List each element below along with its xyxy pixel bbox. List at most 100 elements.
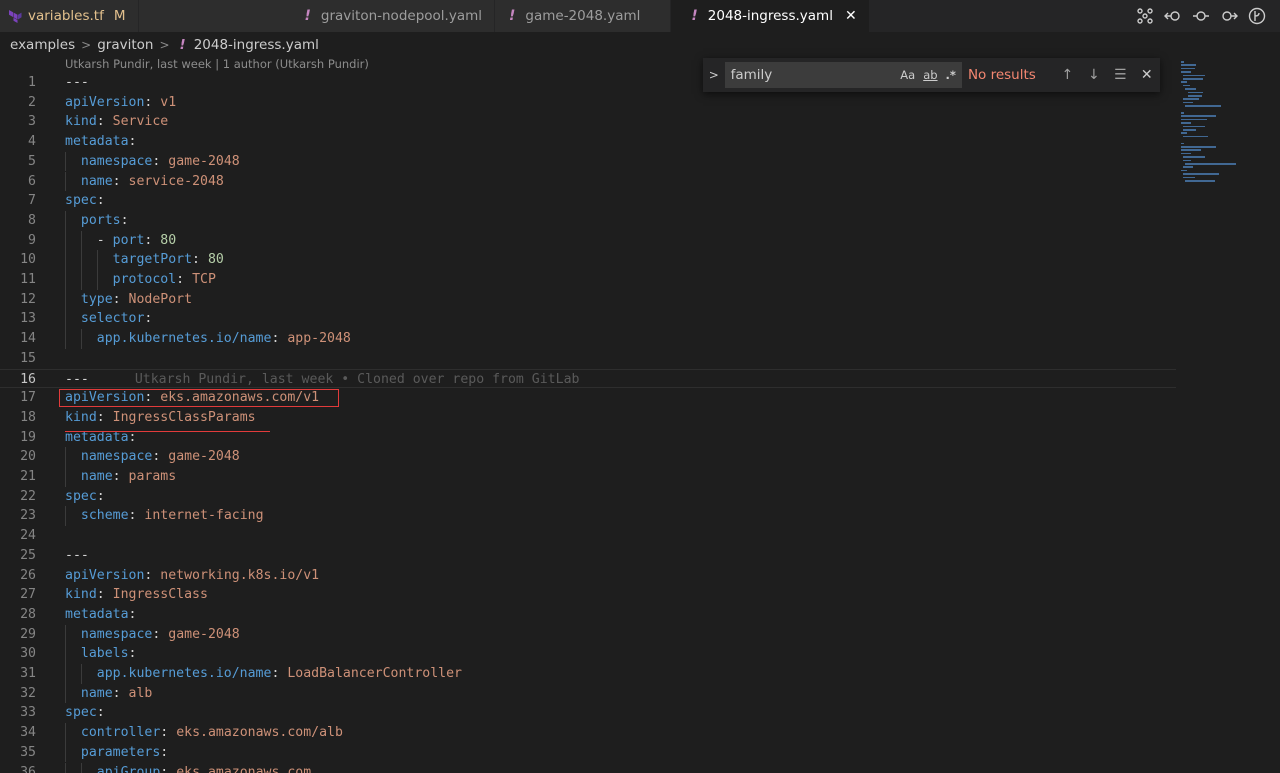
- code-line[interactable]: 24: [0, 526, 1176, 546]
- code-text: apiVersion: networking.k8s.io/v1: [65, 566, 319, 586]
- breadcrumb-item-examples[interactable]: examples: [10, 37, 75, 53]
- codelens-blame[interactable]: Utkarsh Pundir, last week | 1 author (Ut…: [65, 57, 369, 71]
- code-line[interactable]: 32 name: alb: [0, 684, 1176, 704]
- whole-word-toggle[interactable]: ab: [923, 68, 937, 82]
- code-line[interactable]: 36 apiGroup: eks.amazonaws.com: [0, 763, 1176, 773]
- code-line[interactable]: 8 ports:: [0, 211, 1176, 231]
- code-token: :: [96, 114, 113, 130]
- tab-2048-ingress-yaml[interactable]: ! 2048-ingress.yaml ✕: [671, 0, 870, 32]
- code-line[interactable]: 35 parameters:: [0, 743, 1176, 763]
- code-token: alb: [128, 685, 153, 701]
- chevron-right-icon[interactable]: >: [703, 68, 725, 82]
- code-editor[interactable]: 1 --- 2 apiVersion: v1 3 kind: Service 4 metada…: [0, 73, 1176, 773]
- find-in-selection-icon[interactable]: ☰: [1107, 67, 1133, 83]
- code-line[interactable]: 6 name: service-2048: [0, 172, 1176, 192]
- code-token: :: [160, 764, 177, 773]
- code-line[interactable]: 12 type: NodePort: [0, 290, 1176, 310]
- code-line[interactable]: 31 app.kubernetes.io/name: LoadBalancerC…: [0, 664, 1176, 684]
- code-token: metadata: [65, 134, 129, 150]
- code-line[interactable]: 21 name: params: [0, 467, 1176, 487]
- indent-guide: [65, 151, 66, 172]
- code-token: ---: [65, 371, 89, 387]
- code-line[interactable]: 30 labels:: [0, 644, 1176, 664]
- breadcrumb-item-file[interactable]: 2048-ingress.yaml: [194, 37, 319, 53]
- tab-variables-tf[interactable]: variables.tf M: [0, 0, 139, 32]
- code-line[interactable]: 27 kind: IngressClass: [0, 585, 1176, 605]
- code-line[interactable]: 16 --- Utkarsh Pundir, last week • Cloned …: [0, 368, 1176, 389]
- indent-guide: [80, 270, 82, 290]
- code-text: apiGroup: eks.amazonaws.com: [65, 763, 311, 773]
- indent-guide: [80, 250, 82, 270]
- code-text: namespace: game-2048: [65, 625, 240, 645]
- line-number: 33: [20, 705, 36, 721]
- code-token: scheme: [80, 508, 129, 524]
- code-line[interactable]: 5 namespace: game-2048: [0, 152, 1176, 172]
- indent-guide: [65, 723, 66, 743]
- tab-game-2048-yaml[interactable]: ! game-2048.yaml: [495, 0, 672, 32]
- terraform-icon: [9, 10, 22, 23]
- arrow-down-icon[interactable]: ↓: [1081, 67, 1107, 83]
- code-line[interactable]: 10 targetPort: 80: [0, 250, 1176, 270]
- code-line[interactable]: 33 spec:: [0, 703, 1176, 723]
- breadcrumb-item-graviton[interactable]: graviton: [97, 37, 153, 53]
- tab-graviton-nodepool-yaml[interactable]: ! graviton-nodepool.yaml: [138, 0, 495, 32]
- code-line[interactable]: 23 scheme: internet-facing: [0, 506, 1176, 526]
- code-line[interactable]: 29 namespace: game-2048: [0, 625, 1176, 645]
- line-number: 35: [20, 744, 36, 760]
- go-back-icon[interactable]: [1162, 5, 1184, 27]
- code-line[interactable]: 7 spec:: [0, 191, 1176, 211]
- code-token: TCP: [192, 272, 216, 287]
- code-line[interactable]: 25 ---: [0, 546, 1176, 566]
- code-line[interactable]: 14 app.kubernetes.io/name: app-2048: [0, 329, 1176, 349]
- tab-label: 2048-ingress.yaml: [707, 8, 833, 24]
- code-line[interactable]: 4 metadata:: [0, 132, 1176, 152]
- find-result-count: No results: [967, 67, 1036, 83]
- line-number: 11: [20, 272, 36, 287]
- code-text: scheme: internet-facing: [65, 506, 264, 526]
- regex-toggle[interactable]: .*: [946, 68, 956, 82]
- code-token: -: [65, 232, 113, 248]
- line-number: 28: [20, 606, 36, 622]
- match-case-toggle[interactable]: Aa: [900, 68, 915, 82]
- code-token: game-2048: [168, 153, 240, 169]
- indent-guide: [80, 762, 82, 773]
- code-line[interactable]: 28 metadata:: [0, 605, 1176, 625]
- close-icon[interactable]: ✕: [845, 8, 857, 24]
- code-line[interactable]: 2 apiVersion: v1: [0, 93, 1176, 113]
- git-branch-icon[interactable]: [1246, 5, 1268, 27]
- code-line[interactable]: 9 - port: 80: [0, 231, 1176, 251]
- code-token: apiGroup: [96, 764, 161, 773]
- code-line[interactable]: 13 selector:: [0, 309, 1176, 329]
- code-token: :: [144, 567, 161, 583]
- code-token: :: [128, 606, 137, 622]
- code-token: eks.amazonaws.com: [176, 764, 312, 773]
- code-line[interactable]: 11 protocol: TCP: [0, 270, 1176, 290]
- go-forward-icon[interactable]: [1218, 5, 1240, 27]
- close-icon[interactable]: ✕: [1134, 67, 1160, 83]
- code-line[interactable]: 20 namespace: game-2048: [0, 447, 1176, 467]
- code-token: :: [152, 153, 169, 169]
- code-token: app.kubernetes.io/name: [96, 331, 272, 347]
- minimap[interactable]: [1176, 56, 1280, 773]
- code-token: :: [160, 744, 169, 760]
- compare-icon[interactable]: [1134, 5, 1156, 27]
- code-line[interactable]: 18 kind: IngressClassParams: [0, 408, 1176, 428]
- indent-guide: [65, 506, 66, 527]
- code-line[interactable]: 34 controller: eks.amazonaws.com/alb: [0, 723, 1176, 743]
- arrow-up-icon[interactable]: ↑: [1054, 67, 1080, 83]
- commit-icon[interactable]: [1190, 5, 1212, 27]
- code-line[interactable]: 26 apiVersion: networking.k8s.io/v1: [0, 566, 1176, 586]
- code-token: IngressClassParams: [112, 409, 256, 425]
- line-number: 36: [20, 764, 36, 773]
- code-line[interactable]: 22 spec:: [0, 487, 1176, 507]
- code-token: kind: [65, 114, 97, 130]
- find-input[interactable]: family Aa ab .*: [724, 62, 962, 88]
- code-line[interactable]: 15: [0, 349, 1176, 369]
- code-line[interactable]: 3 kind: Service: [0, 112, 1176, 132]
- code-text: app.kubernetes.io/name: app-2048: [65, 329, 351, 349]
- code-token: kind: [65, 409, 97, 425]
- modified-badge: M: [113, 8, 126, 24]
